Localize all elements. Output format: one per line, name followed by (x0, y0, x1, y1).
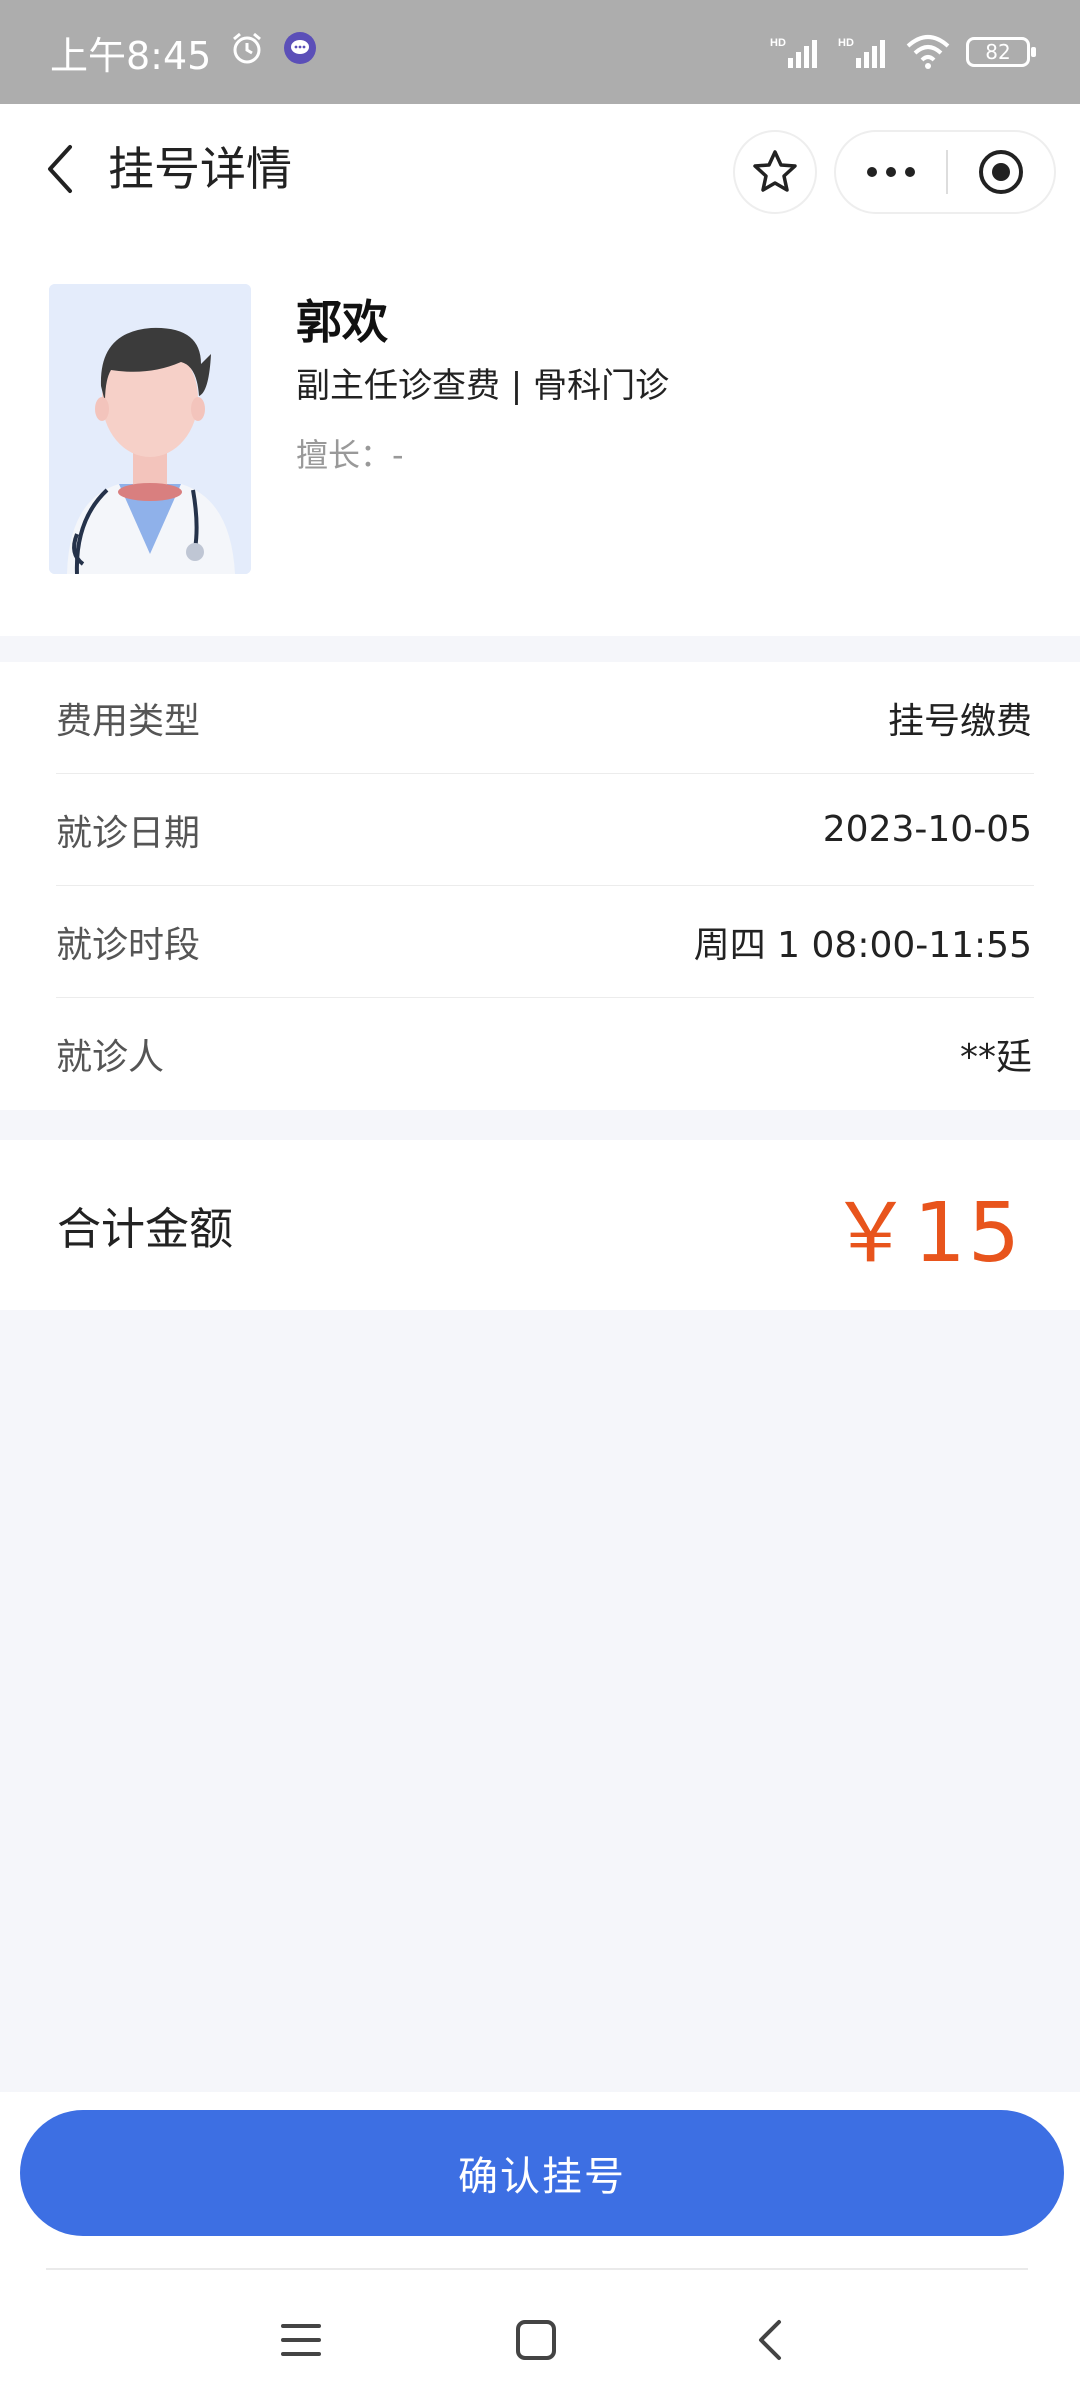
doctor-specialty: 擅长：- (296, 436, 404, 474)
status-right: HD HD 82 (770, 34, 1036, 70)
system-nav-bar (0, 2270, 1080, 2400)
detail-value: **廷 (959, 1037, 1032, 1078)
home-button[interactable] (491, 2300, 581, 2380)
doctor-card: 郭欢 副主任诊查费 | 骨科门诊 擅长：- (0, 234, 1080, 636)
battery-icon: 82 (966, 37, 1036, 67)
total-amount: ￥15 (829, 1185, 1022, 1281)
alarm-icon (229, 30, 265, 75)
star-icon (753, 150, 797, 192)
doctor-avatar (49, 284, 251, 574)
signal-icon-2: HD (838, 34, 890, 70)
detail-row-fee-type: 费用类型 挂号缴费 (56, 662, 1034, 774)
bottom-bar: 确认挂号 (0, 2092, 1080, 2400)
status-bar: 上午8:45 HD HD 82 (0, 0, 1080, 104)
detail-label: 费用类型 (56, 700, 201, 742)
detail-label: 就诊人 (56, 1037, 165, 1078)
doctor-department: 副主任诊查费 | 骨科门诊 (296, 366, 670, 406)
back-icon (48, 145, 72, 193)
target-icon (979, 150, 1023, 194)
status-time: 上午8:45 (50, 33, 212, 78)
status-left: 上午8:45 (50, 25, 317, 80)
nav-bar: 挂号详情 (0, 104, 1080, 234)
svg-text:HD: HD (770, 37, 786, 49)
detail-row-time-slot: 就诊时段 周四 1 08:00-11:55 (56, 886, 1034, 998)
detail-value: 2023-10-05 (822, 809, 1032, 850)
detail-value: 周四 1 08:00-11:55 (693, 924, 1032, 966)
detail-label: 就诊日期 (56, 812, 201, 854)
total-label: 合计金额 (57, 1204, 233, 1255)
mini-program-capsule (834, 130, 1056, 214)
wifi-icon (906, 34, 950, 70)
svg-text:HD: HD (838, 37, 854, 49)
total-card: 合计金额 ￥15 (0, 1140, 1080, 1310)
detail-value: 挂号缴费 (887, 700, 1032, 742)
confirm-registration-button[interactable]: 确认挂号 (20, 2110, 1064, 2236)
detail-row-patient: 就诊人 **廷 (56, 998, 1034, 1110)
detail-label: 就诊时段 (56, 924, 201, 966)
registration-details: 费用类型 挂号缴费 就诊日期 2023-10-05 就诊时段 周四 1 08:0… (0, 662, 1080, 1110)
signal-icon: HD (770, 34, 822, 70)
battery-level: 82 (985, 40, 1011, 64)
doctor-name: 郭欢 (296, 295, 388, 349)
home-icon (516, 2320, 556, 2360)
system-back-button[interactable] (726, 2300, 816, 2380)
back-button[interactable] (30, 134, 90, 204)
page-title: 挂号详情 (108, 142, 292, 196)
back-icon (759, 2320, 781, 2360)
chat-app-icon (283, 30, 317, 74)
menu-icon (281, 2324, 321, 2356)
favorite-button[interactable] (733, 130, 817, 214)
more-button[interactable] (836, 132, 946, 212)
recent-apps-button[interactable] (256, 2300, 346, 2380)
detail-row-visit-date: 就诊日期 2023-10-05 (56, 774, 1034, 886)
more-icon (867, 167, 877, 177)
close-program-button[interactable] (948, 147, 1054, 197)
